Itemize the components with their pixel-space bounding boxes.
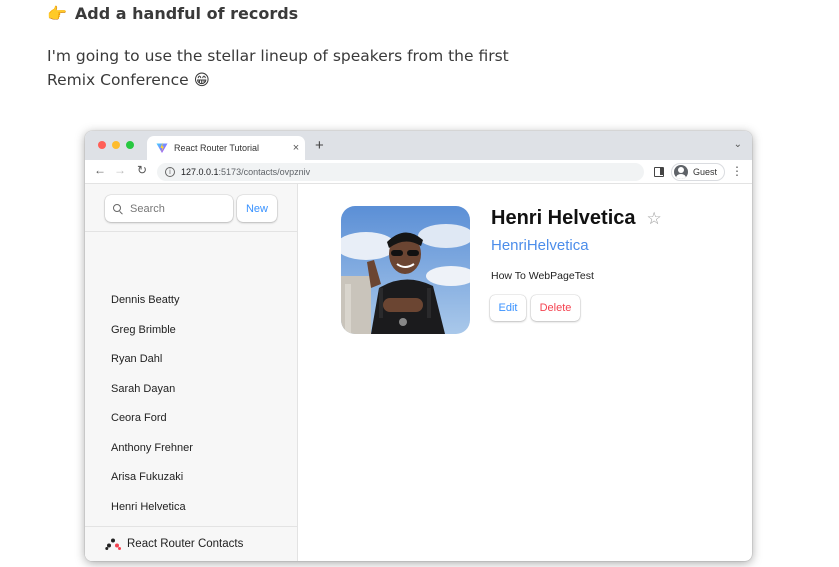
maximize-window-button[interactable] <box>126 141 134 149</box>
contact-list-item[interactable]: Anthony Frehner <box>111 441 193 471</box>
search-input[interactable] <box>130 202 230 215</box>
contact-list-item[interactable]: Greg Brimble <box>111 323 193 353</box>
vite-favicon-icon <box>156 142 168 153</box>
contact-name: Henri Helvetica <box>491 207 636 229</box>
back-arrow-icon[interactable]: ← <box>92 163 108 177</box>
profile-label: Guest <box>693 167 718 177</box>
app-content: New Dennis BeattyGreg BrimbleRyan DahlSa… <box>85 184 752 561</box>
app-title: React Router Contacts <box>127 538 244 550</box>
grin-emoji-icon: 😁 <box>193 71 210 89</box>
sidebar-search-area: New <box>85 184 297 232</box>
doc-paragraph: I'm going to use the stellar lineup of s… <box>47 44 527 92</box>
sidebar: New Dennis BeattyGreg BrimbleRyan DahlSa… <box>85 184 298 561</box>
doc-heading-text: Add a handful of records <box>74 4 299 23</box>
star-outline-icon[interactable]: ☆ <box>647 209 662 229</box>
avatar-icon <box>674 165 688 179</box>
tab-react-router-tutorial[interactable]: React Router Tutorial × <box>147 136 305 160</box>
reload-icon[interactable]: ↻ <box>134 163 150 177</box>
browser-toolbar: ← → ↻ i 127.0.0.1:5173/contacts/ovpzniv … <box>85 160 752 184</box>
contact-photo <box>341 206 470 334</box>
tab-title: React Router Tutorial <box>174 143 260 153</box>
contact-list-scroll[interactable]: Dennis Beatty Greg Brimble Ryan Dahl Sarah … <box>85 233 297 526</box>
contact-list-item[interactable]: Dennis Beatty <box>111 293 193 323</box>
contact-list-item[interactable]: Ryan Dahl <box>111 352 193 382</box>
contact-list-item[interactable]: Henri Helvetica <box>111 500 193 527</box>
twitter-link[interactable]: HenriHelvetica <box>491 237 589 254</box>
edit-button[interactable]: Edit <box>490 295 526 321</box>
search-icon <box>113 203 123 214</box>
sidebar-footer: React Router Contacts <box>85 526 297 561</box>
contact-list-item[interactable]: Arisa Fukuzaki <box>111 470 193 500</box>
site-info-icon[interactable]: i <box>165 167 175 177</box>
contact-list-item[interactable]: Ceora Ford <box>111 411 193 441</box>
search-box[interactable] <box>105 195 233 222</box>
new-contact-button[interactable]: New <box>237 195 277 222</box>
new-tab-button[interactable]: + <box>315 137 324 154</box>
chevron-down-icon[interactable]: ⌄ <box>734 139 742 150</box>
forward-arrow-icon[interactable]: → <box>112 163 128 177</box>
pointing-hand-icon: 👉 <box>47 4 67 23</box>
minimize-window-button[interactable] <box>112 141 120 149</box>
delete-button[interactable]: Delete <box>531 295 580 321</box>
tab-close-icon[interactable]: × <box>287 142 305 154</box>
contact-detail: Henri Helvetica ☆ HenriHelvetica How To … <box>298 184 752 561</box>
react-router-logo-icon <box>105 538 121 550</box>
contact-list: Dennis Beatty Greg Brimble Ryan Dahl Sarah … <box>111 293 193 526</box>
url-path: :5173/contacts/ovpzniv <box>218 167 311 177</box>
url-host: 127.0.0.1 <box>181 167 219 177</box>
contact-name-heading: Henri Helvetica ☆ <box>491 207 662 230</box>
doc-paragraph-text: I'm going to use the stellar lineup of s… <box>47 47 509 89</box>
contact-list-item[interactable]: Sarah Dayan <box>111 382 193 412</box>
contact-notes: How To WebPageTest <box>491 270 594 282</box>
close-window-button[interactable] <box>98 141 106 149</box>
browser-window: React Router Tutorial × + ⌄ ← → ↻ i 127.… <box>85 131 752 561</box>
browser-menu-icon[interactable]: ⋮ <box>731 164 743 178</box>
profile-button[interactable]: Guest <box>671 163 726 181</box>
contact-avatar <box>341 206 470 334</box>
doc-heading: 👉 Add a handful of records <box>47 4 298 23</box>
tab-bar: React Router Tutorial × + ⌄ <box>85 131 752 160</box>
address-bar[interactable]: i 127.0.0.1:5173/contacts/ovpzniv <box>157 163 644 181</box>
side-panel-icon[interactable] <box>654 167 664 177</box>
